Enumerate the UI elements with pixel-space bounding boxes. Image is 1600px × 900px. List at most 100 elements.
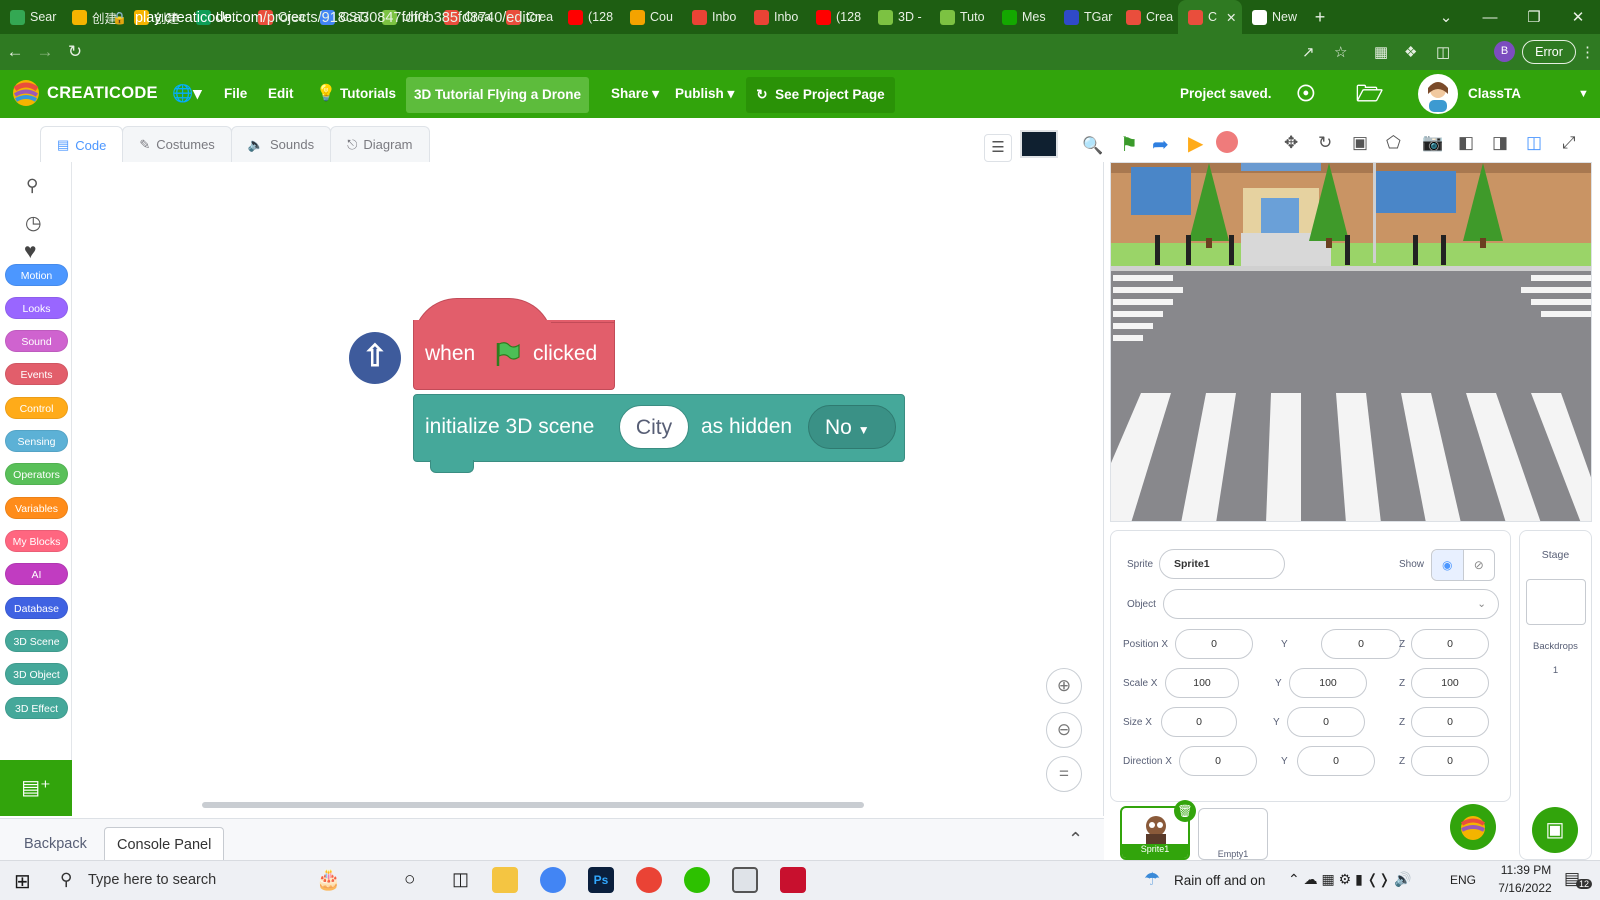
back-icon[interactable]: ← [0, 42, 30, 62]
scale-z-input[interactable]: 100 [1411, 668, 1489, 698]
cube-icon[interactable]: ⬠ [1386, 133, 1401, 153]
empty1-thumbnail[interactable]: Empty1 [1198, 808, 1268, 860]
see-project-page-button[interactable]: ↻ See Project Page [746, 77, 895, 113]
tab-costumes[interactable]: ✎ Costumes [122, 126, 232, 162]
category-sound[interactable]: Sound [5, 330, 68, 352]
user-avatar[interactable] [1418, 74, 1458, 114]
stop-icon[interactable] [1216, 131, 1238, 153]
category-looks[interactable]: Looks [5, 297, 68, 319]
category-database[interactable]: Database [5, 597, 68, 619]
acrobat-icon[interactable] [780, 867, 806, 893]
tab-sounds[interactable]: 🔈 Sounds [230, 126, 332, 162]
tab-diagram[interactable]: ⎋ Diagram [330, 126, 430, 162]
language-indicator[interactable]: ENG [1450, 873, 1476, 887]
hidden-dropdown[interactable]: No ▼ [808, 405, 896, 449]
category-3d-scene[interactable]: 3D Scene [5, 630, 68, 652]
browser-menu-icon[interactable]: ⋮ [1580, 43, 1595, 61]
rotate-icon[interactable]: ↻ [1318, 133, 1332, 153]
compass-icon[interactable]: ☉ [1296, 70, 1316, 118]
code-workspace[interactable]: ⊕ ⊖ = [72, 162, 1104, 816]
category-3d-effect[interactable]: 3D Effect [5, 697, 68, 719]
scale-y-input[interactable]: 100 [1289, 668, 1367, 698]
category-control[interactable]: Control [5, 397, 68, 419]
windows-start-icon[interactable]: ⊞ [14, 869, 31, 894]
user-menu-chevron-icon[interactable]: ▼ [1578, 70, 1589, 118]
minimize-icon[interactable]: — [1468, 9, 1512, 26]
position-x-input[interactable]: 0 [1175, 629, 1253, 659]
extension-xr-icon[interactable]: ▦ [1374, 43, 1388, 61]
publish-menu[interactable]: Publish ▾ [675, 70, 734, 118]
extensions-puzzle-icon[interactable]: ❖ [1404, 43, 1417, 61]
size-y-input[interactable]: 0 [1287, 707, 1365, 737]
workspace-color-swatch[interactable] [1020, 130, 1058, 158]
share-page-icon[interactable]: ↗ [1302, 43, 1315, 61]
wechat-icon[interactable] [684, 867, 710, 893]
taskbar-search-input[interactable]: Type here to search [88, 872, 216, 888]
redo-arrow-icon[interactable]: ➦ [1152, 132, 1169, 157]
fullscreen-icon[interactable]: ⤢ [1562, 133, 1576, 153]
expand-chevron-icon[interactable]: ⌃ [1068, 829, 1083, 850]
close-window-icon[interactable]: ✕ [1556, 8, 1600, 26]
tutorials-menu[interactable]: Tutorials [340, 70, 396, 118]
clock-date[interactable]: 7/16/2022 [1492, 881, 1558, 895]
show-eye-icon[interactable]: ◉ [1432, 550, 1463, 580]
position-z-input[interactable]: 0 [1411, 629, 1489, 659]
add-sprite-button[interactable] [1450, 804, 1496, 850]
green-flag-icon[interactable]: ⚑ [1120, 132, 1138, 157]
add-extension-button[interactable]: ▤⁺ [0, 760, 72, 816]
category-operators[interactable]: Operators [5, 463, 68, 485]
creaticode-logo[interactable]: CREATICODE [12, 79, 158, 107]
address-bar[interactable]: 🔒 play.creaticode.com/projects/918ca3084… [112, 5, 1352, 31]
category-ai[interactable]: AI [5, 563, 68, 585]
category-variables[interactable]: Variables [5, 497, 68, 519]
search-blocks-icon[interactable]: 🔍 [1082, 136, 1103, 156]
file-explorer-icon[interactable] [492, 867, 518, 893]
sprite-name-input[interactable]: Sprite1 [1159, 549, 1285, 579]
size-z-input[interactable]: 0 [1411, 707, 1489, 737]
clock-time[interactable]: 11:39 PM [1496, 863, 1556, 877]
move-arrows-icon[interactable]: ✥ [1284, 133, 1298, 153]
favorites-heart-icon[interactable]: ♥ [24, 240, 36, 264]
side-panel-icon[interactable]: ◫ [1436, 43, 1450, 61]
category-events[interactable]: Events [5, 363, 68, 385]
history-icon[interactable]: ◷ [25, 212, 42, 235]
tab-search-chevron-icon[interactable]: ⌄ [1424, 8, 1468, 26]
chrome-c-icon[interactable] [636, 867, 662, 893]
tab-code[interactable]: ▤ Code [40, 126, 124, 163]
backpack-tab[interactable]: Backpack [12, 827, 99, 861]
align-blocks-icon[interactable]: ☰ [984, 134, 1012, 162]
reload-icon[interactable]: ↻ [60, 42, 90, 62]
chrome-b-icon[interactable] [540, 867, 566, 893]
zoom-in-icon[interactable]: ⊕ [1046, 668, 1082, 704]
tray-icons[interactable]: ⌃ ☁ ▦ ⚙ ▮ ❬❭ 🔊 [1288, 871, 1411, 888]
scene-name-input[interactable]: City [619, 405, 689, 449]
fit-view-icon[interactable]: ▣ [1352, 133, 1368, 153]
language-globe-icon[interactable]: 🌐▾ [172, 70, 202, 118]
share-menu[interactable]: Share ▾ [611, 70, 659, 118]
category-sensing[interactable]: Sensing [5, 430, 68, 452]
category-3d-object[interactable]: 3D Object [5, 663, 68, 685]
remote-desktop-icon[interactable] [732, 867, 758, 893]
category-my-blocks[interactable]: My Blocks [5, 530, 68, 552]
camera-icon[interactable]: 📷 [1422, 133, 1443, 153]
search-icon[interactable]: ⚲ [26, 176, 38, 196]
task-view-icon[interactable]: ◫ [452, 869, 469, 890]
bookmark-star-icon[interactable]: ☆ [1334, 43, 1347, 61]
normal-stage-icon[interactable]: ◨ [1492, 133, 1508, 153]
tutorials-bulb-icon[interactable]: 💡 [316, 70, 336, 118]
error-button[interactable]: Error [1522, 40, 1576, 64]
photoshop-icon[interactable]: Ps [588, 867, 614, 893]
workspace-horizontal-scrollbar[interactable] [202, 802, 864, 808]
project-title-field[interactable]: 3D Tutorial Flying a Drone [406, 77, 589, 113]
run-script-arrow-icon[interactable]: ⇧ [349, 332, 401, 384]
direction-y-input[interactable]: 0 [1297, 746, 1375, 776]
forward-icon[interactable]: → [30, 42, 60, 62]
console-panel-tab[interactable]: Console Panel [104, 827, 225, 861]
folder-icon[interactable]: 🗁 [1356, 70, 1383, 118]
position-y-input[interactable]: 0 [1321, 629, 1401, 659]
size-x-input[interactable]: 0 [1161, 707, 1237, 737]
object-dropdown[interactable]: ⌄ [1163, 589, 1499, 619]
category-motion[interactable]: Motion [5, 264, 68, 286]
backdrop-thumbnail[interactable] [1526, 579, 1586, 625]
small-stage-icon[interactable]: ◧ [1458, 133, 1474, 153]
